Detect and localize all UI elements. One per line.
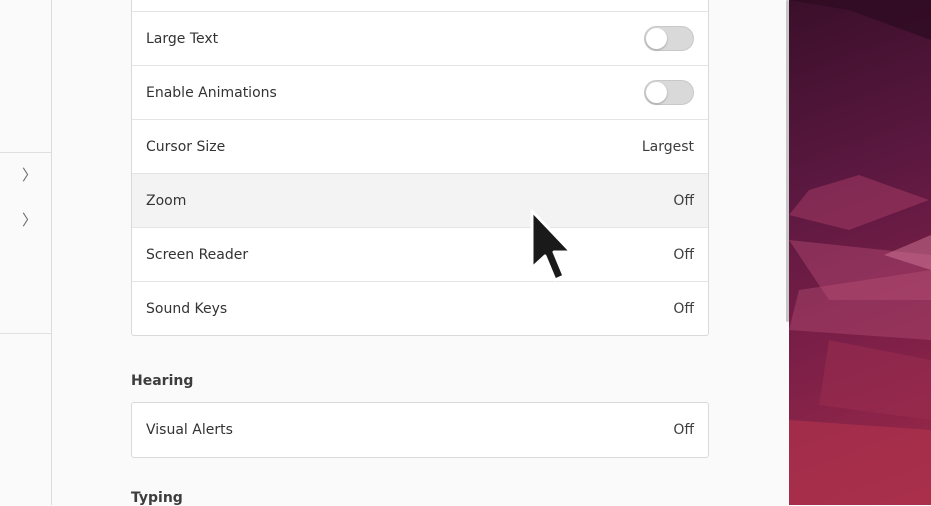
large-text-label: Large Text <box>146 30 219 47</box>
enable-animations-label: Enable Animations <box>146 84 277 101</box>
zoom-label: Zoom <box>146 192 187 209</box>
wallpaper-shapes <box>789 0 931 505</box>
seeing-settings-card: Large Text Enable Animations Cursor Size… <box>131 0 709 336</box>
sound-keys-value: Off <box>673 300 694 317</box>
visual-alerts-value: Off <box>673 422 694 438</box>
zoom-value: Off <box>673 192 694 209</box>
screen-reader-row[interactable]: Screen Reader Off <box>132 227 708 281</box>
visual-alerts-label: Visual Alerts <box>146 422 233 438</box>
enable-animations-toggle[interactable] <box>644 80 694 105</box>
mouse-pointer-icon <box>530 209 573 282</box>
cursor-size-value: Largest <box>641 138 694 155</box>
sidebar-separator <box>0 152 51 153</box>
typing-section-title: Typing <box>131 490 183 506</box>
chevron-right-icon[interactable]: 〉 <box>22 211 37 229</box>
cursor-size-label: Cursor Size <box>146 138 226 155</box>
large-text-toggle[interactable] <box>644 26 694 51</box>
screen-reader-value: Off <box>673 246 694 263</box>
screen-reader-label: Screen Reader <box>146 246 249 263</box>
sidebar-separator <box>0 333 51 334</box>
visual-alerts-row[interactable]: Visual Alerts Off <box>132 403 708 457</box>
zoom-row[interactable]: Zoom Off <box>132 173 708 227</box>
hearing-settings-card: Visual Alerts Off <box>131 402 709 458</box>
chevron-right-icon[interactable]: 〉 <box>22 166 37 184</box>
large-text-row[interactable]: Large Text <box>132 11 708 65</box>
sound-keys-row[interactable]: Sound Keys Off <box>132 281 708 335</box>
enable-animations-row[interactable]: Enable Animations <box>132 65 708 119</box>
settings-sidebar: 〉 〉 <box>0 0 52 505</box>
desktop-wallpaper <box>789 0 931 505</box>
hearing-section-title: Hearing <box>131 373 194 389</box>
sound-keys-label: Sound Keys <box>146 300 228 317</box>
toggle-knob <box>646 28 667 49</box>
clipped-row <box>132 0 708 11</box>
cursor-size-row[interactable]: Cursor Size Largest <box>132 119 708 173</box>
toggle-knob <box>646 82 667 103</box>
